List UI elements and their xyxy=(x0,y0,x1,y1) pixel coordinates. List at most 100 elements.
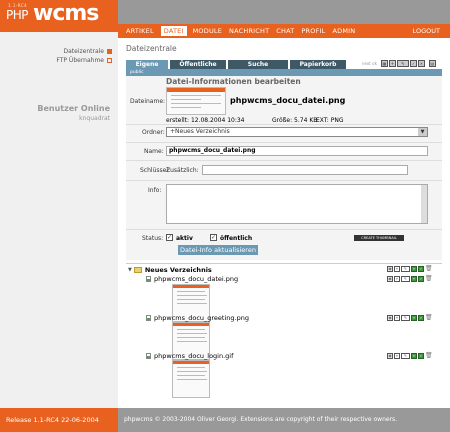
online-user-name: knquadrat xyxy=(79,115,110,122)
nav-item-nachricht[interactable]: NACHRICHT xyxy=(229,27,269,35)
add-icon[interactable]: + xyxy=(394,315,400,321)
trash-icon[interactable]: 🗑 xyxy=(425,353,433,359)
plus-green-icon[interactable]: + xyxy=(411,276,417,282)
logout-link[interactable]: LOGOUT xyxy=(413,27,440,35)
nav-item-chat[interactable]: CHAT xyxy=(276,27,294,35)
edit-heading: Datei-Informationen bearbeiten xyxy=(166,77,301,86)
image-file-icon xyxy=(146,315,151,321)
online-users-title: Benutzer Online xyxy=(37,104,110,113)
plus-green-icon[interactable]: + xyxy=(411,266,417,272)
nav-item-admin[interactable]: ADMIN xyxy=(332,27,355,35)
list-item[interactable]: phpwcms_docu_datei.png xyxy=(146,275,238,283)
additional-label: Zusätzlich: xyxy=(166,167,199,174)
additional-input[interactable] xyxy=(202,165,408,175)
tab-tools: next ok ▦ + ✎ ✓ × ▤ xyxy=(362,60,437,67)
grid-icon[interactable]: ▦ xyxy=(387,276,393,282)
edit-icon[interactable]: ✎ xyxy=(401,315,410,321)
edit-icon[interactable]: ✎ xyxy=(396,60,409,67)
grid-icon[interactable]: ▦ xyxy=(387,266,393,272)
list-item[interactable]: phpwcms_docu_login.gif xyxy=(146,352,233,360)
public-checkbox[interactable]: ✓ xyxy=(210,234,217,241)
sidebar-item-ftp[interactable]: FTP Übernahme xyxy=(56,57,112,64)
grid-icon[interactable]: ▦ xyxy=(387,315,393,321)
create-thumbnail-button[interactable]: CREATE THUMBNAIL xyxy=(354,235,404,241)
trash-icon[interactable]: 🗑 xyxy=(425,315,433,321)
file-tabs: Eigene Öffentliche Suche Papierkorb xyxy=(126,60,348,69)
file-actions: ▦ + ✎ + ✓ 🗑 xyxy=(387,276,433,282)
folder-select-value: +Neues Verzeichnis xyxy=(170,128,230,135)
trash-icon[interactable]: 🗑 xyxy=(425,266,433,272)
sidebar-item-dateizentrale[interactable]: Dateizentrale xyxy=(63,48,112,55)
sidebar: Dateizentrale FTP Übernahme Benutzer Onl… xyxy=(0,32,118,408)
active-label: aktiv xyxy=(176,235,193,242)
nav-item-datei[interactable]: DATEI xyxy=(160,26,187,36)
edit-icon[interactable]: ✎ xyxy=(401,276,410,282)
square-icon xyxy=(107,58,112,63)
chevron-down-icon: ▼ xyxy=(418,128,427,136)
edit-icon[interactable]: ✎ xyxy=(401,353,410,359)
phpwcms-logo: 1.1-RC4 PHP wcms xyxy=(0,0,118,32)
header-bar xyxy=(118,0,450,24)
check-green-icon[interactable]: ✓ xyxy=(418,353,424,359)
tab-eigene[interactable]: Eigene xyxy=(126,60,168,69)
expand-arrow-icon[interactable]: ▼ xyxy=(128,267,132,273)
folder-row[interactable]: ▼ Neues Verzeichnis xyxy=(128,266,212,274)
add-icon[interactable]: + xyxy=(388,60,396,67)
save-button[interactable]: Datei-Info aktualisieren xyxy=(178,245,258,255)
add-icon[interactable]: + xyxy=(394,353,400,359)
file-size: Größe: 5.74 KB xyxy=(272,117,318,124)
image-file-icon xyxy=(146,276,151,282)
grid-icon[interactable]: ▦ xyxy=(387,353,393,359)
divider xyxy=(126,142,442,143)
check-green-icon[interactable]: ✓ xyxy=(418,266,424,272)
plus-green-icon[interactable]: + xyxy=(411,315,417,321)
add-icon[interactable]: + xyxy=(394,266,400,272)
nav-item-artikel[interactable]: ARTIKEL xyxy=(126,27,154,35)
folder-label: Ordner: xyxy=(142,129,165,136)
filename-label: Dateiname: xyxy=(130,98,166,105)
tab-tools-label: next ok xyxy=(362,61,377,66)
tab-suche[interactable]: Suche xyxy=(228,60,288,69)
logo-php: PHP xyxy=(6,8,29,22)
info-textarea[interactable] xyxy=(166,184,428,224)
name-label: Name: xyxy=(144,148,164,155)
file-preview xyxy=(166,87,226,115)
file-ext: EXT: PNG xyxy=(316,117,344,124)
check-green-icon[interactable]: ✓ xyxy=(418,315,424,321)
folder-actions: ▦ + ✎ + ✓ 🗑 xyxy=(387,266,433,272)
copyright: phpwcms © 2003-2004 Oliver Georgi. Exten… xyxy=(124,416,398,423)
trash-icon[interactable]: 🗑 xyxy=(425,276,433,282)
check-green-icon[interactable]: ✓ xyxy=(418,276,424,282)
file-thumbnail[interactable] xyxy=(172,360,210,398)
nav-item-profil[interactable]: PROFIL xyxy=(301,27,325,35)
plus-green-icon[interactable]: + xyxy=(411,353,417,359)
folder-select[interactable]: +Neues Verzeichnis ▼ xyxy=(166,127,428,137)
folder-name: Neues Verzeichnis xyxy=(144,266,212,274)
release-info: Release 1.1-RC4 22-06-2004 xyxy=(0,408,118,432)
sidebar-item-label: Dateizentrale xyxy=(63,48,104,55)
nav-item-module[interactable]: MODULE xyxy=(193,27,222,35)
close-icon[interactable]: × xyxy=(417,60,425,67)
check-icon[interactable]: ✓ xyxy=(409,60,417,67)
file-name: phpwcms_docu_datei.png xyxy=(154,275,239,283)
add-icon[interactable]: + xyxy=(394,276,400,282)
edit-panel: Datei-Informationen bearbeiten Dateiname… xyxy=(126,69,442,260)
status-label: Status: xyxy=(142,235,164,242)
info-label: Info: xyxy=(148,187,162,194)
scrollbar[interactable] xyxy=(421,185,427,223)
trash-icon[interactable]: ▤ xyxy=(428,60,436,67)
divider xyxy=(126,160,442,161)
file-actions: ▦ + ✎ + ✓ 🗑 xyxy=(387,353,433,359)
tab-papierkorb[interactable]: Papierkorb xyxy=(290,60,346,69)
grid-icon[interactable]: ▦ xyxy=(380,60,388,67)
logo-wcms: wcms xyxy=(33,1,99,26)
active-checkbox[interactable]: ✓ xyxy=(166,234,173,241)
section-label: public xyxy=(130,70,144,75)
folder-icon xyxy=(133,267,142,273)
file-name: phpwcms_docu_login.gif xyxy=(154,352,234,360)
name-input[interactable]: phpwcms_docu_datei.png xyxy=(166,146,428,156)
tab-oeffentliche[interactable]: Öffentliche xyxy=(170,60,226,69)
list-item[interactable]: phpwcms_docu_greeting.png xyxy=(146,314,249,322)
filename-value: phpwcms_docu_datei.png xyxy=(230,96,346,105)
edit-icon[interactable]: ✎ xyxy=(401,266,410,272)
